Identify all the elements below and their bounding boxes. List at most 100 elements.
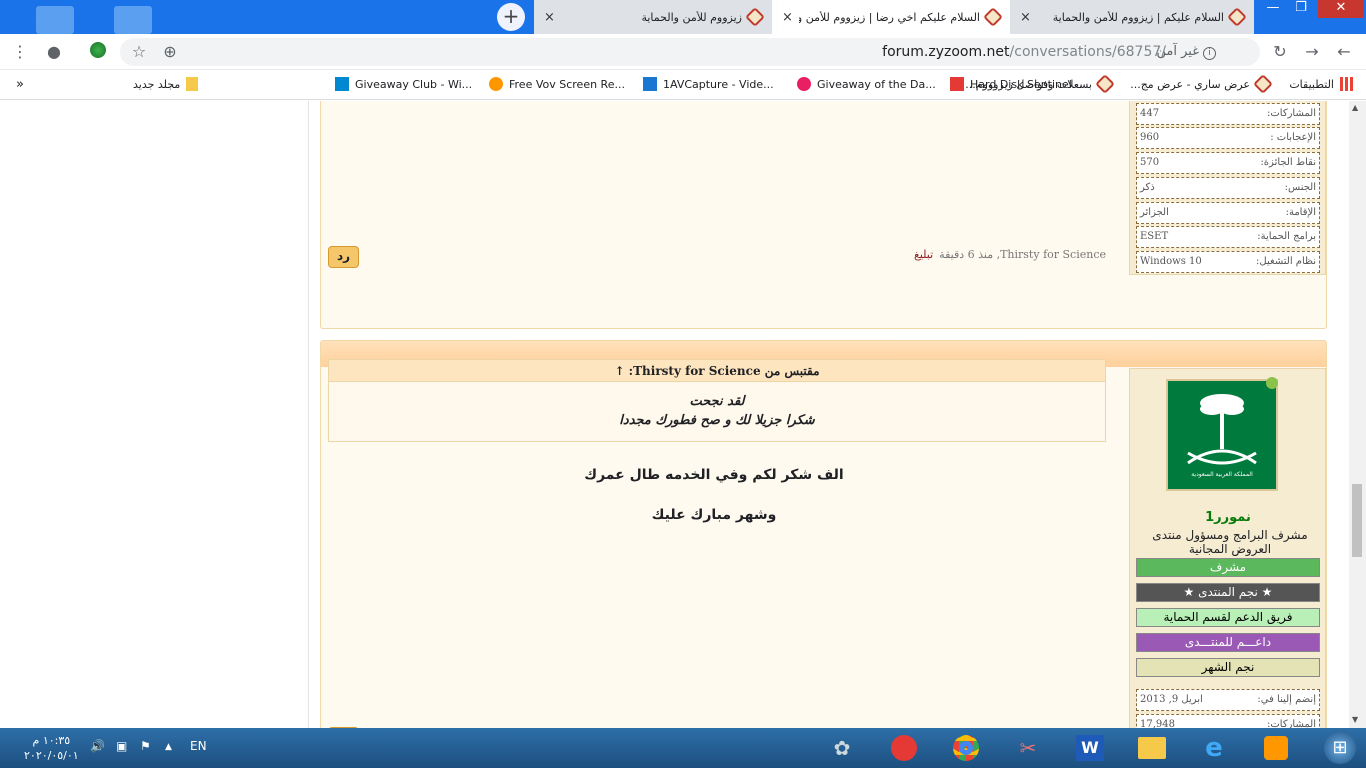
network-icon[interactable]: ▣ (116, 739, 127, 753)
user-info-row: الجنس: ذكر (1136, 176, 1320, 199)
quote-block: مقتبس من Thirsty for Science: ↑ لقد نجحت… (328, 359, 1106, 442)
info-value: الجزائر (1140, 206, 1169, 218)
taskbar-app-icon[interactable]: ✂ (1008, 731, 1048, 765)
close-tab-icon[interactable]: × (1020, 10, 1031, 25)
site-favicon-icon (1095, 74, 1115, 94)
info-value: 447 (1140, 107, 1160, 119)
username[interactable]: نمورر1 (1130, 510, 1326, 525)
tab-3[interactable]: زيزووم للأمن والحماية × (534, 0, 772, 34)
user-info-row: نظام التشغيل: Windows 10 (1136, 250, 1320, 273)
report-link[interactable]: تبليغ (914, 248, 933, 261)
extension-globe-icon[interactable] (88, 42, 108, 62)
bookmark-star-icon[interactable]: ☆ (129, 42, 149, 62)
tray-expand-icon[interactable]: ▲ (165, 742, 172, 752)
info-value: ESET (1140, 231, 1169, 243)
user-info-row: إنضم إلينا في: ابريل 9, 2013 (1136, 689, 1320, 711)
info-label: المشاركات: (1267, 107, 1316, 119)
bookmark-item[interactable]: 1AVCapture - Vide... (643, 77, 774, 91)
user-info-panel: إنضم إلينا في:نوفمبر 22, 2013المشاركات:4… (1129, 101, 1326, 275)
bookmark-item[interactable]: Hard Disk Sentinel... (950, 77, 1082, 91)
avatar[interactable]: المملكة العربية السعودية (1166, 377, 1278, 491)
bookmarks-overflow-button[interactable]: » (16, 77, 24, 92)
user-info-row: المشاركات: 447 (1136, 102, 1320, 125)
info-label: الجنس: (1284, 181, 1316, 193)
recorder-icon (335, 77, 349, 91)
maximize-button[interactable]: ❐ (1284, 0, 1318, 18)
info-label: إنضم إلينا في: (1257, 694, 1316, 705)
site-favicon-icon (983, 7, 1003, 27)
info-value: ابريل 9, 2013 (1140, 694, 1203, 705)
post-2: المملكة العربية السعودية نمورر1 مشرف الب… (320, 340, 1327, 728)
taskbar-app-icon[interactable] (884, 731, 924, 765)
tab-title: السلام عليكم اخي رضا | زيزووم للأمن والح… (798, 10, 980, 24)
action-center-icon[interactable]: ⚑ (140, 739, 151, 753)
profile-icon[interactable]: ● (44, 42, 64, 62)
user-info-panel: المملكة العربية السعودية نمورر1 مشرف الب… (1129, 368, 1326, 728)
clock[interactable]: ١٠:٣٥ م ٢٠٢٠/٠٥/٠١ (24, 733, 79, 763)
site-favicon-icon (1253, 74, 1273, 94)
scroll-up-icon[interactable]: ▲ (1352, 103, 1358, 112)
tab-1[interactable]: السلام عليكم | زيزووم للأمن والحماية × (1010, 0, 1254, 34)
scroll-down-icon[interactable]: ▼ (1352, 715, 1358, 724)
info-icon: i (1203, 47, 1216, 60)
internet-explorer-icon[interactable]: e (1194, 731, 1234, 765)
info-label: الإعجابات : (1270, 132, 1316, 144)
user-info-row: الإعجابات : 960 (1136, 127, 1320, 150)
user-info-row: المشاركات: 17,948 (1136, 713, 1320, 728)
taskbar-preview-tile (114, 6, 152, 34)
folder-icon (186, 77, 199, 91)
tab-title: السلام عليكم | زيزووم للأمن والحماية (1052, 10, 1224, 24)
info-label: الإقامة: (1285, 206, 1316, 218)
scrollbar[interactable] (1349, 101, 1366, 728)
volume-icon[interactable]: 🔊 (90, 739, 105, 753)
media-player-icon[interactable] (1256, 731, 1296, 765)
menu-icon[interactable]: ⋮ (10, 42, 30, 62)
site-favicon-icon (1227, 7, 1247, 27)
new-tab-button[interactable]: + (497, 3, 525, 31)
giveaway-icon (643, 77, 657, 91)
bookmarks-bar: التطبيقات عرض ساري - عرض مج... بسعلات وف… (0, 70, 1366, 100)
start-button[interactable]: ⊞ (1318, 731, 1362, 765)
forward-icon[interactable]: → (1302, 42, 1322, 62)
close-tab-icon[interactable]: × (782, 10, 793, 25)
info-label: نظام التشغيل: (1256, 255, 1316, 267)
online-status-icon (1266, 377, 1278, 389)
post-author-time[interactable]: Thirsty for Science, منذ 6 دقيقة (939, 248, 1106, 261)
bookmark-item[interactable]: عرض ساري - عرض مج... (1130, 74, 1273, 94)
language-indicator[interactable]: EN (190, 739, 207, 753)
reload-icon[interactable]: ↻ (1270, 42, 1290, 62)
bookmark-item[interactable]: Giveaway Club - Wi... (335, 77, 472, 91)
user-badge: ★ نجم المنتدى ★ (1136, 583, 1320, 602)
tab-title: زيزووم للأمن والحماية (641, 10, 742, 24)
reply-button[interactable]: رد (328, 246, 359, 268)
capture-icon (489, 77, 503, 91)
bookmark-folder[interactable]: مجلد جديد (133, 77, 199, 91)
user-info-row: برامج الحماية: ESET (1136, 226, 1320, 249)
close-tab-icon[interactable]: × (544, 10, 555, 25)
post-meta: Thirsty for Science, منذ 6 دقيقة تبليغ (914, 248, 1106, 261)
taskbar: ١٠:٣٥ م ٢٠٢٠/٠٥/٠١ 🔊 ▣ ⚑ ▲ EN ✿ ✂ W e ⊞ (0, 728, 1366, 768)
info-label: نقاط الجائزة: (1260, 157, 1316, 169)
word-icon[interactable]: W (1070, 731, 1110, 765)
site-favicon-icon (745, 7, 765, 27)
bookmark-apps[interactable]: التطبيقات (1289, 77, 1354, 91)
scrollbar-thumb[interactable] (1352, 484, 1362, 557)
clock-time: ١٠:٣٥ م (32, 734, 71, 747)
content-border (308, 101, 309, 728)
back-icon[interactable]: ← (1334, 42, 1354, 62)
user-title: مشرف البرامج ومسؤول منتدى العروض المجاني… (1152, 528, 1308, 556)
quote-header[interactable]: مقتبس من Thirsty for Science: ↑ (329, 360, 1105, 382)
window-close-button[interactable]: ✕ (1318, 0, 1364, 18)
url-text[interactable]: forum.zyzoom.net/conversations/68757/ (882, 44, 1166, 60)
user-badge: داعـــم للمنتـــدى (1136, 633, 1320, 652)
zoom-icon[interactable]: ⊕ (160, 42, 180, 62)
tab-2[interactable]: السلام عليكم اخي رضا | زيزووم للأمن والح… (772, 0, 1010, 34)
file-explorer-icon[interactable] (1132, 731, 1172, 765)
quote-line: شكرا جزيلا لك و صح فطورك مجددا (619, 413, 815, 428)
address-bar[interactable]: iغير آمن forum.zyzoom.net/conversations/… (120, 38, 1260, 66)
bookmark-item[interactable]: Giveaway of the Da... (797, 77, 936, 91)
bookmark-item[interactable]: Free Vov Screen Re... (489, 77, 625, 91)
chrome-icon[interactable] (946, 731, 986, 765)
taskbar-app-icon[interactable]: ✿ (822, 731, 862, 765)
info-value: 570 (1140, 157, 1160, 169)
